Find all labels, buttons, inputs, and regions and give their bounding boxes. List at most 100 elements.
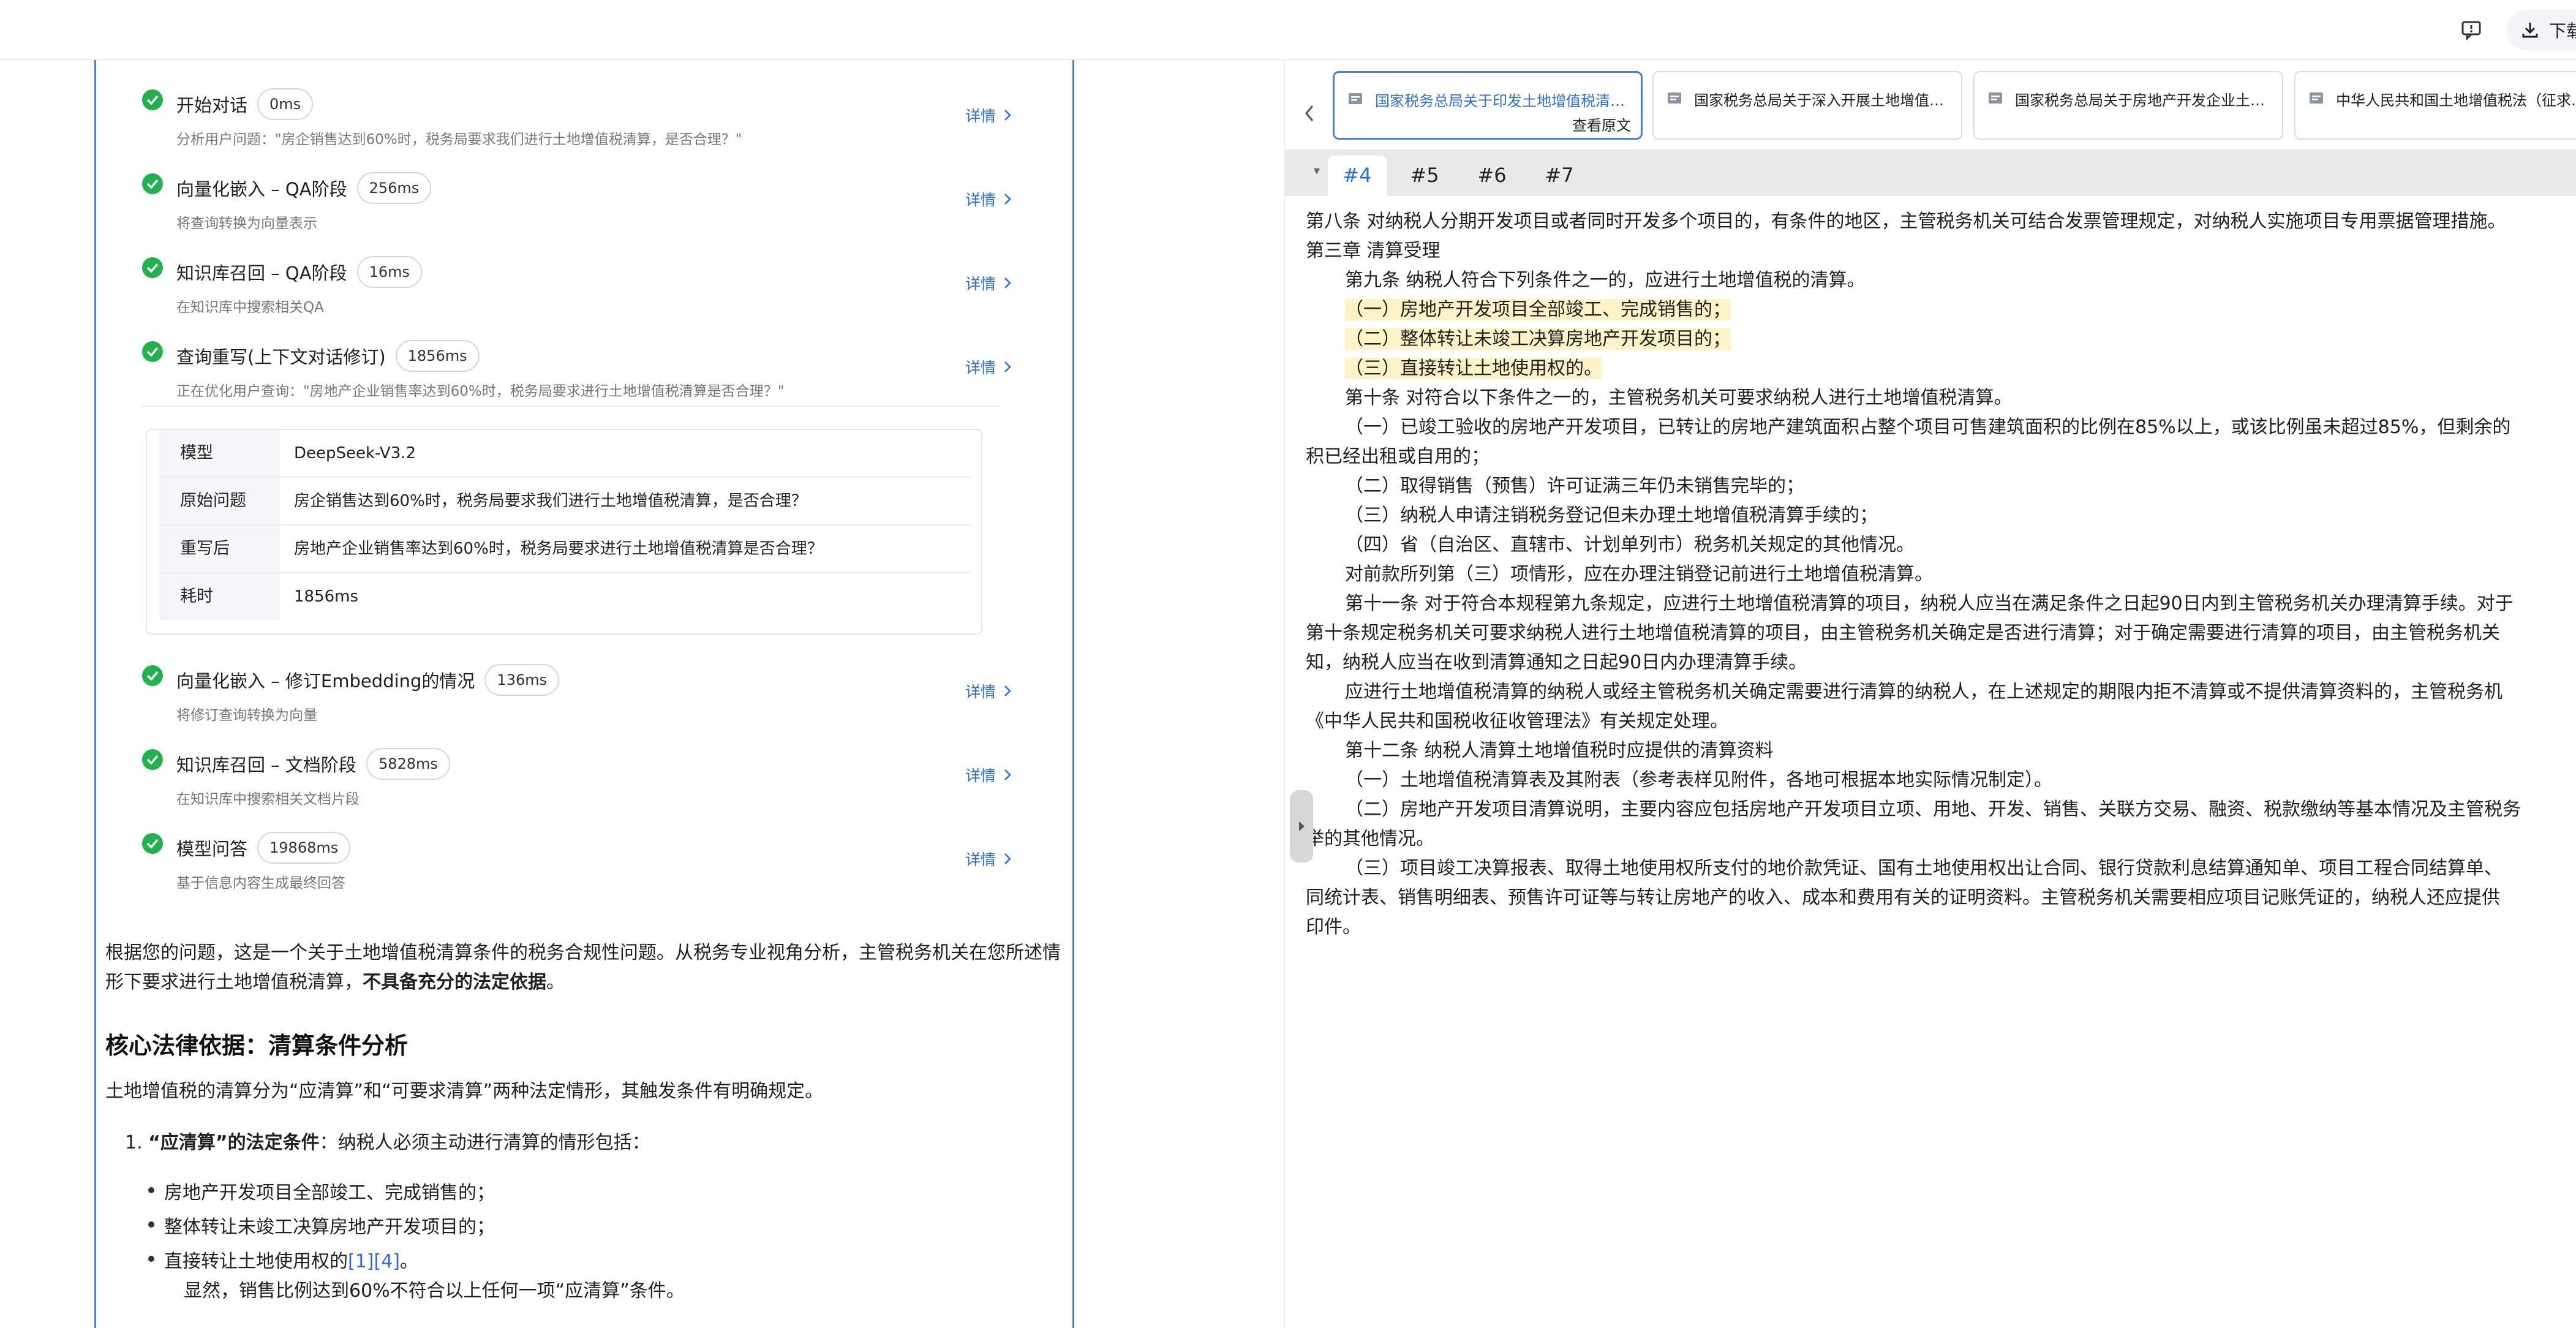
doc-line: 印件。 bbox=[1306, 916, 1361, 938]
page-tab-7[interactable]: #7 bbox=[1530, 156, 1589, 196]
step-subtitle: 在知识库中搜索相关文档片段 bbox=[176, 791, 360, 807]
document-icon bbox=[1349, 93, 1362, 104]
chevron-left-icon bbox=[1305, 105, 1314, 121]
check-icon bbox=[142, 749, 163, 770]
table-row: 耗时 1856ms bbox=[159, 573, 971, 621]
chevron-right-icon bbox=[1004, 853, 1011, 864]
doc-line: （三）纳税人申请注销税务登记但未办理土地增值税清算手续的； bbox=[1345, 505, 1878, 526]
scroll-marker-icon: ▾ bbox=[1314, 163, 1320, 178]
doc-line: （三）项目竣工决算报表、取得土地使用权所支付的地价款凭证、国有土地使用权出让合同… bbox=[1345, 858, 2503, 879]
doc-line: （二）房地产开发项目清算说明，主要内容应包括房地产开发项目立项、用地、开发、销售… bbox=[1345, 799, 2521, 820]
doc-tab-title: 中华人民共和国土地增值税法（征求意见稿） bbox=[2336, 92, 2576, 109]
chevron-right-icon bbox=[1004, 194, 1011, 205]
doc-line: 第八条 对纳税人分期开发项目或者同时开发多个项目的，有条件的地区，主管税务机关可… bbox=[1306, 211, 2506, 232]
step-embedding-revised: 向量化嵌入 – 修订Embedding的情况 136ms 将修订查询转换为向量 详… bbox=[142, 657, 1012, 730]
chevron-right-icon bbox=[1004, 685, 1011, 696]
doc-line: 举的其他情况。 bbox=[1306, 828, 1434, 850]
citation-link[interactable]: [1][4] bbox=[348, 1251, 400, 1272]
list-item: 直接转让土地使用权的[1][4]。 bbox=[148, 1246, 418, 1273]
doc-line: 第十二条 纳税人清算土地增值税时应提供的清算资料 bbox=[1345, 740, 1774, 761]
step-start-chat: 开始对话 0ms 分析用户问题："房企销售达到60%时，税务局要求我们进行土地增值… bbox=[142, 81, 1012, 154]
doc-line: （一）土地增值税清算表及其附表（参考表样见附件，各地可根据本地实际情况制定）。 bbox=[1345, 769, 2052, 791]
doc-line: （四）省（自治区、直辖市、计划单列市）税务机关规定的其他情况。 bbox=[1345, 534, 1915, 556]
check-icon bbox=[142, 341, 163, 362]
step-time-badge: 1856ms bbox=[395, 340, 480, 372]
step-embedding-qa: 向量化嵌入 – QA阶段 256ms 将查询转换为向量表示 详情 bbox=[142, 165, 1012, 238]
answer-intro: 根据您的问题，这是一个关于土地增值税清算条件的税务合规性问题。从税务专业视角分析… bbox=[105, 942, 1061, 993]
step-title: 向量化嵌入 – QA阶段 bbox=[176, 179, 347, 200]
step-subtitle: 将查询转换为向量表示 bbox=[176, 216, 317, 232]
feedback-icon[interactable] bbox=[2456, 15, 2487, 45]
doc-line: 积已经出租或自用的； bbox=[1306, 446, 1489, 467]
view-original-link[interactable]: 查看原文 bbox=[1572, 113, 1631, 135]
doc-tab[interactable]: 国家税务总局关于深入开展土地增值税清算的通知 bbox=[1652, 71, 1962, 140]
doc-line: 第十一条 对于符合本规程第九条规定，应进行土地增值税清算的项目，纳税人应当在满足… bbox=[1345, 593, 2514, 614]
doc-line: 第三章 清算受理 bbox=[1306, 240, 1441, 262]
step-detail-link[interactable]: 详情 bbox=[965, 680, 1012, 702]
answer-heading: 核心法律依据：清算条件分析 bbox=[105, 1032, 409, 1059]
panel-collapse-handle[interactable] bbox=[1290, 790, 1313, 862]
step-recall-docs: 知识库召回 – 文档阶段 5828ms 在知识库中搜索相关文档片段 详情 bbox=[142, 741, 1012, 814]
doc-line: 应进行土地增值税清算的纳税人或经主管税务机关确定需要进行清算的纳税人，在上述规定… bbox=[1345, 681, 2503, 703]
check-icon bbox=[142, 665, 163, 686]
step-subtitle: 将修订查询转换为向量 bbox=[176, 707, 317, 723]
download-icon bbox=[2522, 23, 2538, 38]
top-bar: 下载 bbox=[0, 0, 2576, 60]
doc-line: 第九条 纳税人符合下列条件之一的，应进行土地增值税的清算。 bbox=[1345, 270, 1866, 291]
answer-list-item-1: 1. “应清算”的法定条件：纳税人必须主动进行清算的情形包括： bbox=[125, 1132, 650, 1153]
check-icon bbox=[142, 89, 163, 110]
highlighted-doc-line: （一）房地产开发项目全部竣工、完成销售的； bbox=[1345, 299, 1731, 320]
doc-tab-active[interactable]: 国家税务总局关于印发土地增值税清算管理规程的通知 查看原文 bbox=[1333, 71, 1643, 140]
divider bbox=[142, 406, 1000, 407]
caret-right-icon bbox=[1299, 821, 1305, 831]
download-label: 下载 bbox=[2549, 21, 2576, 41]
highlighted-doc-line: （三）直接转让土地使用权的。 bbox=[1345, 358, 1602, 379]
rewrite-detail-table: 模型 DeepSeek-V3.2 原始问题 房企销售达到60%时，税务局要求我们进行… bbox=[146, 429, 982, 635]
document-panel: 国家税务总局关于印发土地增值税清算管理规程的通知 查看原文 国家税务总局关于深入… bbox=[1284, 60, 2576, 1328]
list-item: 房地产开发项目全部竣工、完成销售的； bbox=[148, 1177, 495, 1204]
step-title: 模型问答 bbox=[176, 839, 248, 859]
step-title: 向量化嵌入 – 修订Embedding的情况 bbox=[176, 671, 475, 692]
step-subtitle: 正在优化用户查询："房地产企业销售率达到60%时，税务局要求进行土地增值税清算是… bbox=[176, 383, 785, 399]
check-icon bbox=[142, 173, 163, 194]
page-tab-4[interactable]: #4 bbox=[1328, 156, 1387, 196]
document-icon bbox=[1668, 92, 1681, 104]
document-content: 第八条 对纳税人分期开发项目或者同时开发多个项目的，有条件的地区，主管税务机关可… bbox=[1306, 207, 2576, 942]
step-detail-link[interactable]: 详情 bbox=[965, 272, 1012, 294]
table-row: 重写后 房地产企业销售率达到60%时，税务局要求进行土地增值税清算是否合理？ bbox=[159, 526, 971, 573]
download-button[interactable]: 下载 bbox=[2506, 10, 2576, 50]
prev-doc-button[interactable] bbox=[1297, 92, 1322, 135]
page-tab-5[interactable]: #5 bbox=[1395, 156, 1454, 196]
document-icon bbox=[2310, 92, 2323, 104]
step-detail-link[interactable]: 详情 bbox=[965, 104, 1012, 126]
step-recall-qa: 知识库召回 – QA阶段 16ms 在知识库中搜索相关QA 详情 bbox=[142, 249, 1012, 322]
step-query-rewrite: 查询重写(上下文对话修订) 1856ms 正在优化用户查询："房地产企业销售率达到… bbox=[142, 333, 1012, 406]
check-icon bbox=[142, 257, 163, 278]
step-title: 知识库召回 – QA阶段 bbox=[176, 263, 347, 284]
doc-tab-title: 国家税务总局关于房地产开发企业土地增值税清算 bbox=[2015, 92, 2272, 109]
step-subtitle: 基于信息内容生成最终回答 bbox=[176, 875, 345, 891]
step-detail-link[interactable]: 详情 bbox=[965, 764, 1012, 786]
page-tab-6[interactable]: #6 bbox=[1463, 156, 1521, 196]
step-time-badge: 19868ms bbox=[257, 832, 351, 864]
highlighted-doc-line: （二）整体转让未竣工决算房地产开发项目的； bbox=[1345, 328, 1731, 350]
table-row: 模型 DeepSeek-V3.2 bbox=[159, 430, 971, 478]
doc-line: 对前款所列第（三）项情形，应在办理注销登记前进行土地增值税清算。 bbox=[1345, 564, 1933, 585]
step-model-answer: 模型问答 19868ms 基于信息内容生成最终回答 详情 bbox=[142, 824, 1012, 898]
table-row: 原始问题 房企销售达到60%时，税务局要求我们进行土地增值税清算，是否合理？ bbox=[159, 478, 971, 526]
step-time-badge: 16ms bbox=[356, 256, 423, 288]
step-detail-link[interactable]: 详情 bbox=[965, 356, 1012, 378]
step-detail-link[interactable]: 详情 bbox=[965, 848, 1012, 870]
chevron-right-icon bbox=[1004, 361, 1011, 372]
doc-tab[interactable]: 国家税务总局关于房地产开发企业土地增值税清算 bbox=[1973, 71, 2283, 140]
answer-note: 显然，销售比例达到60%不符合以上任何一项“应清算”条件。 bbox=[184, 1280, 685, 1302]
doc-tab[interactable]: 中华人民共和国土地增值税法（征求意见稿） bbox=[2294, 71, 2576, 140]
step-subtitle: 分析用户问题："房企销售达到60%时，税务局要求我们进行土地增值税清算，是否合理… bbox=[176, 132, 742, 148]
chevron-right-icon bbox=[1004, 110, 1011, 121]
step-title: 查询重写(上下文对话修订) bbox=[176, 347, 386, 368]
doc-line: 第十条规定税务机关可要求纳税人进行土地增值税清算的项目，由主管税务机关确定是否进… bbox=[1306, 622, 2500, 644]
doc-line: （一）已竣工验收的房地产开发项目，已转让的房地产建筑面积占整个项目可售建筑面积的… bbox=[1345, 417, 2511, 438]
page-tabs-bar: ▾ #4 #5 #6 #7 bbox=[1285, 149, 2576, 196]
step-detail-link[interactable]: 详情 bbox=[965, 188, 1012, 210]
doc-tab-title: 国家税务总局关于深入开展土地增值税清算的通知 bbox=[1694, 92, 1951, 109]
